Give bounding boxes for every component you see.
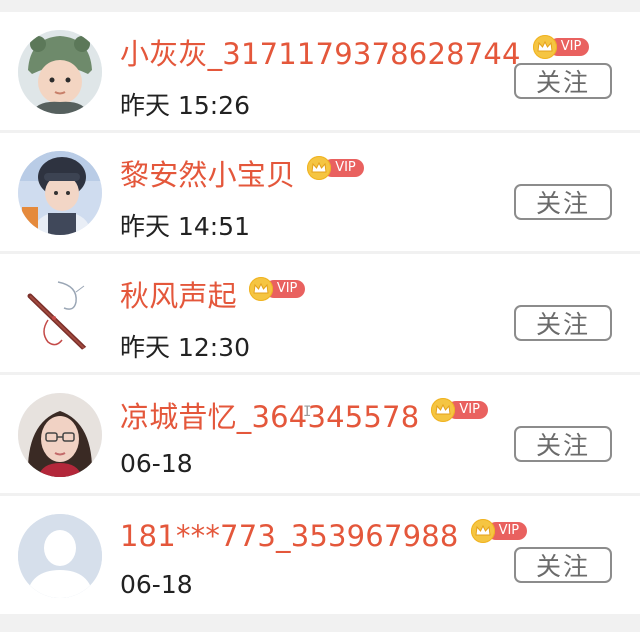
user-name-line: 181***773_353967988 VIP [120, 516, 528, 556]
user-list: 小灰灰_3171179378628744 VIP 昨天 15:26 关注 黎安然… [0, 0, 640, 632]
avatar[interactable] [18, 514, 102, 598]
list-item[interactable]: 秋风声起 VIP 昨天 12:30 关注 [0, 254, 640, 372]
user-name[interactable]: 181***773_353967988 [120, 519, 459, 553]
timestamp: 昨天 14:51 [120, 212, 250, 241]
child-with-helmet-avatar [18, 151, 102, 235]
crown-icon [470, 519, 495, 543]
vip-badge: VIP [532, 35, 590, 59]
avatar[interactable] [18, 272, 102, 356]
list-item[interactable]: 凉城昔忆_364345578 VIP 06-18 关注 [0, 375, 640, 493]
crown-icon [248, 277, 273, 301]
user-name-line: 黎安然小宝贝 VIP [120, 153, 364, 193]
vip-badge: VIP [470, 519, 528, 543]
list-item[interactable]: 小灰灰_3171179378628744 VIP 昨天 15:26 关注 [0, 12, 640, 130]
timestamp: 昨天 15:26 [120, 91, 250, 120]
default-user-avatar [18, 514, 102, 598]
avatar[interactable] [18, 393, 102, 477]
follow-button[interactable]: 关注 [514, 184, 612, 220]
timestamp: 06-18 [120, 449, 193, 478]
crown-icon [532, 35, 557, 59]
follow-button[interactable]: 关注 [514, 547, 612, 583]
user-name-line: 秋风声起 VIP [120, 273, 306, 315]
crown-icon [307, 156, 332, 180]
vip-badge: VIP [307, 156, 364, 180]
girl-with-glasses-avatar [18, 393, 102, 477]
baby-in-green-hat-avatar [18, 30, 102, 114]
follow-button[interactable]: 关注 [514, 305, 612, 341]
avatar[interactable] [18, 30, 102, 114]
user-name[interactable]: 凉城昔忆_364345578 [120, 394, 419, 436]
text-cursor-icon: I [303, 404, 312, 420]
vip-badge: VIP [431, 398, 488, 422]
follow-button[interactable]: 关注 [514, 426, 612, 462]
follow-button[interactable]: 关注 [514, 63, 612, 99]
list-item[interactable]: 181***773_353967988 VIP 06-18 关注 [0, 496, 640, 614]
timestamp: 昨天 12:30 [120, 333, 250, 362]
list-item[interactable]: 黎安然小宝贝 VIP 昨天 14:51 关注 [0, 133, 640, 251]
flute-sketch-avatar [18, 272, 102, 356]
user-name[interactable]: 黎安然小宝贝 [120, 152, 295, 194]
vip-badge: VIP [248, 277, 306, 301]
user-name[interactable]: 秋风声起 [120, 273, 237, 315]
timestamp: 06-18 [120, 570, 193, 599]
avatar[interactable] [18, 151, 102, 235]
user-name[interactable]: 小灰灰_3171179378628744 [120, 31, 521, 73]
